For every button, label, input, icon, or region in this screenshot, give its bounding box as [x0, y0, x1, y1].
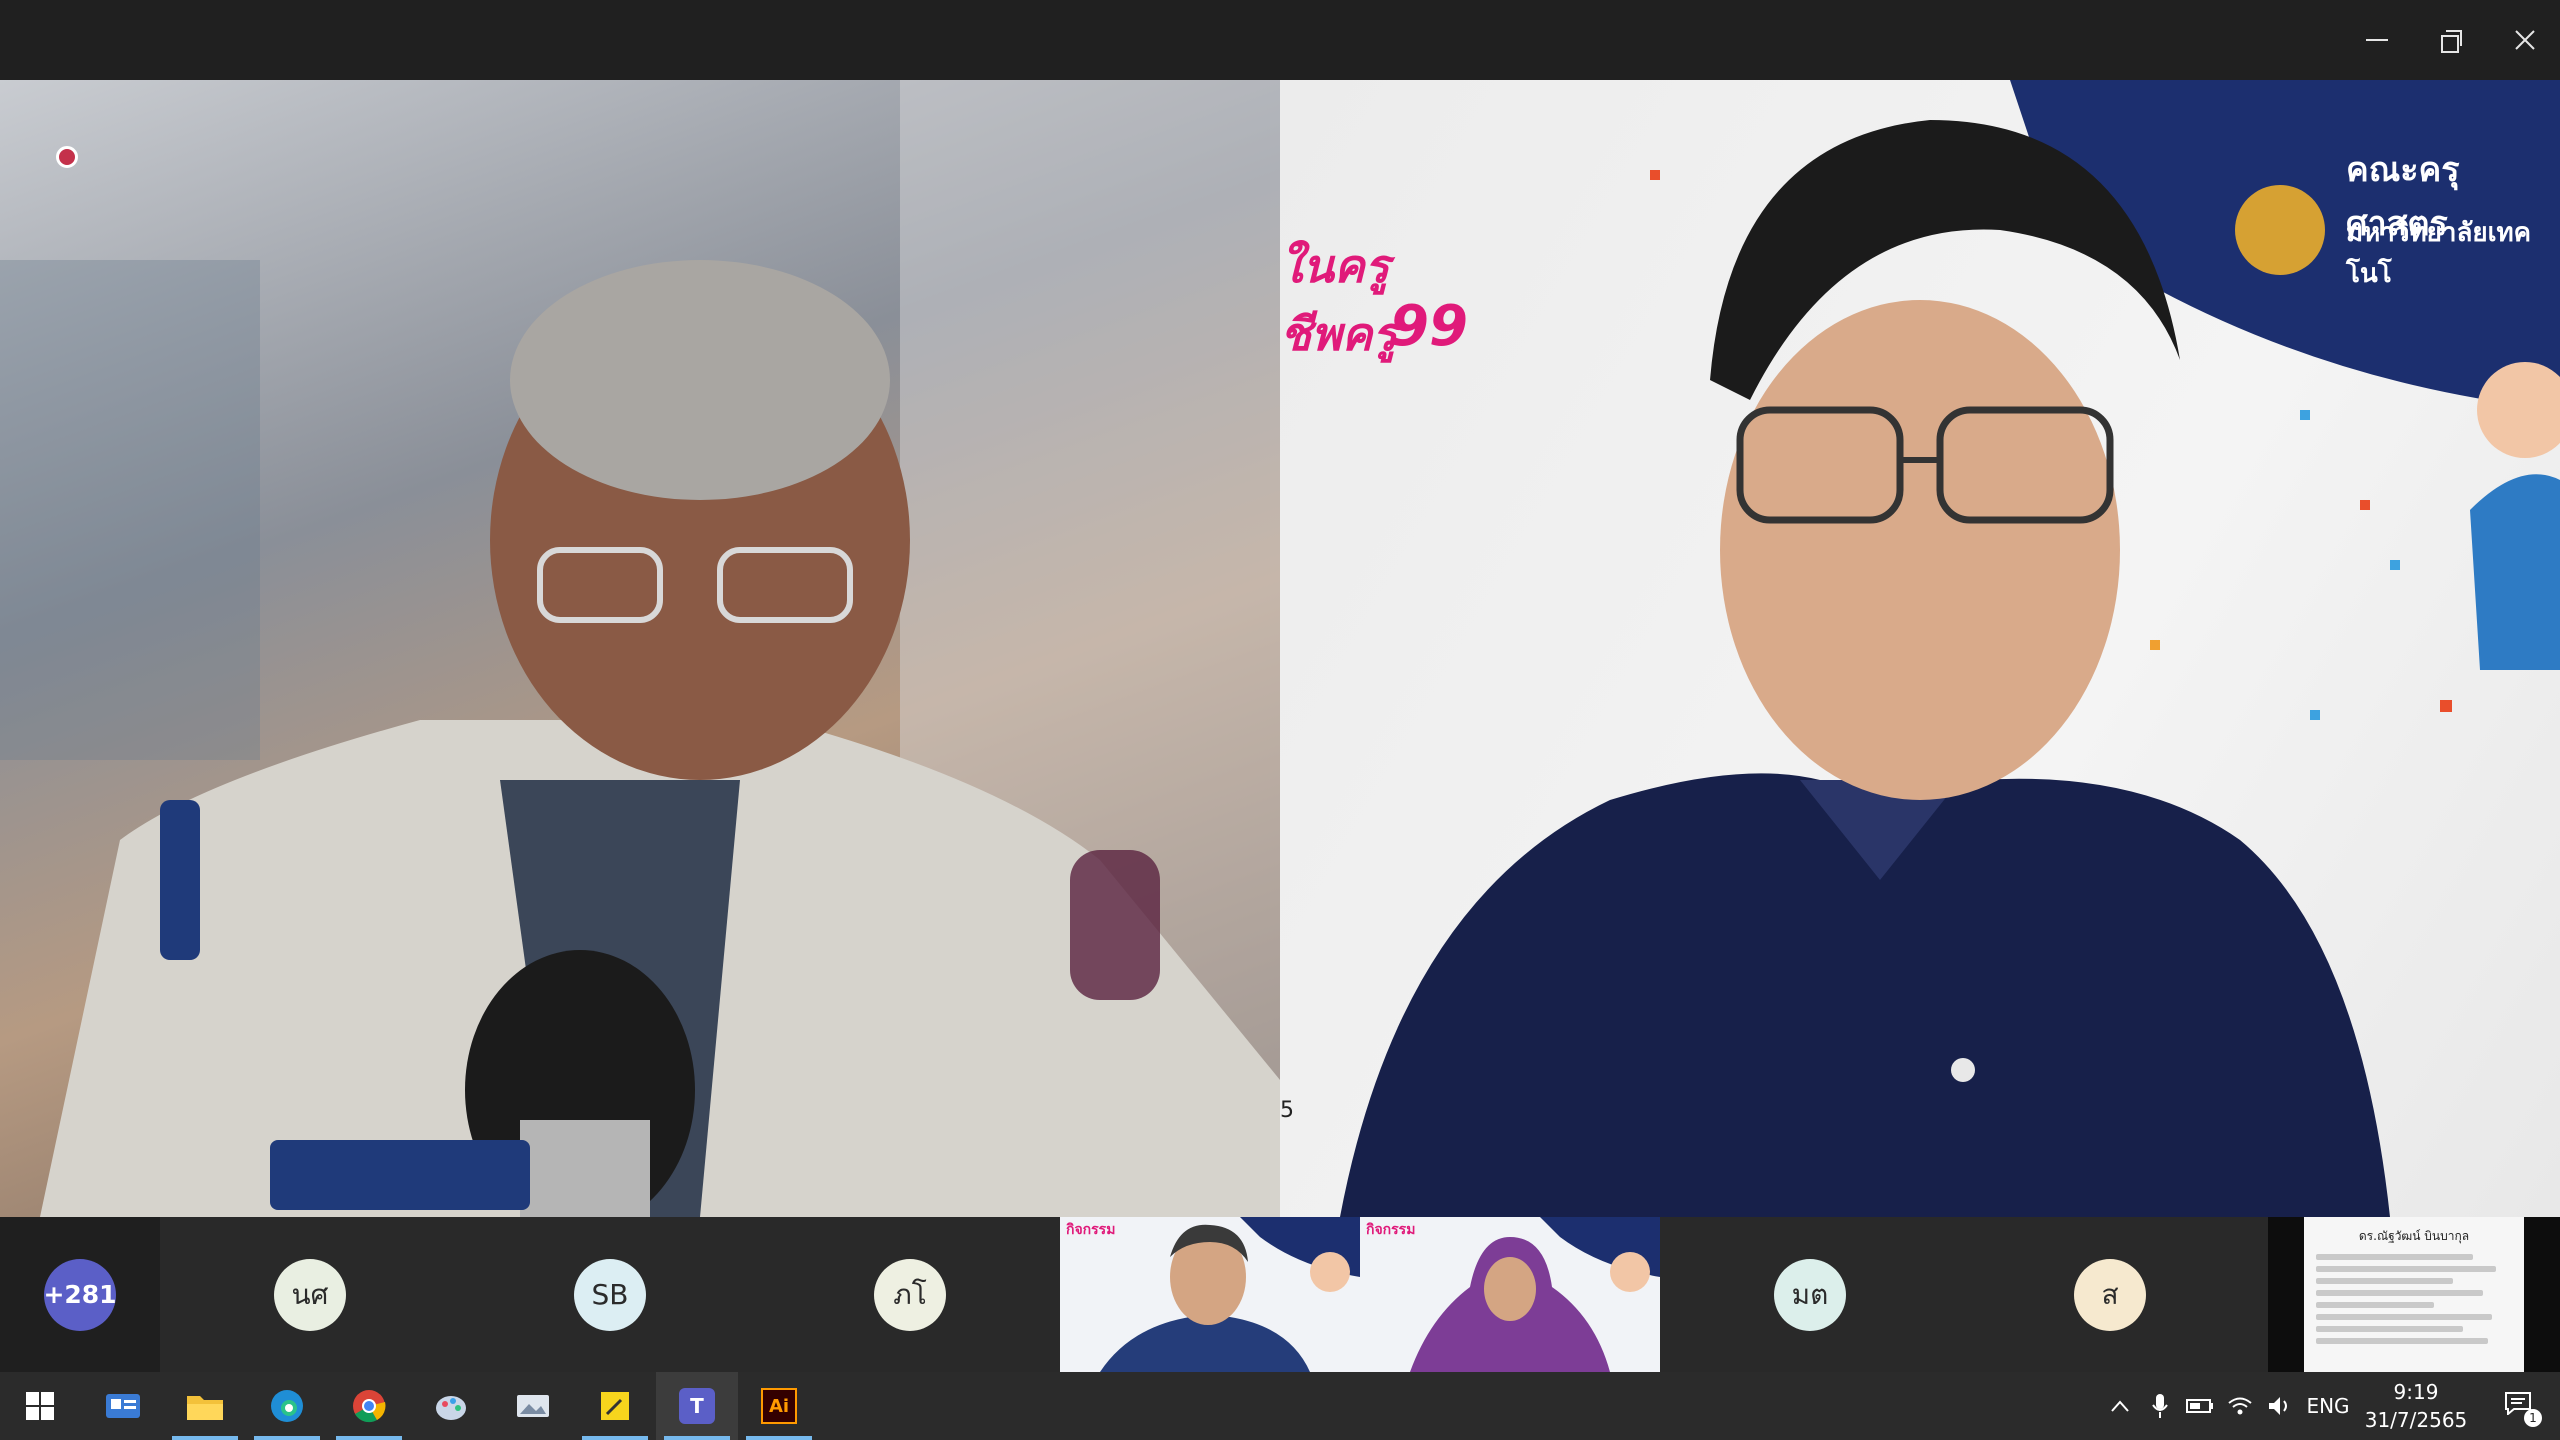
- minimize-button[interactable]: [2340, 0, 2414, 80]
- tray-network[interactable]: [2220, 1372, 2260, 1440]
- title-bar: [0, 0, 2560, 80]
- teams-icon-label: T: [690, 1394, 704, 1418]
- wifi-icon: [2228, 1397, 2252, 1415]
- teams-icon: T: [679, 1388, 715, 1424]
- tray-volume[interactable]: [2260, 1372, 2300, 1440]
- taskbar-edge[interactable]: [246, 1372, 328, 1440]
- close-button[interactable]: [2488, 0, 2560, 80]
- banner-org-line2: มหาวิทยาลัยเทคโนโ: [2346, 218, 2532, 289]
- news-icon: [106, 1394, 140, 1418]
- participant-video-caption: กิจกรรม: [1366, 1222, 1416, 1238]
- shared-screen-thumb[interactable]: ดร.ณัฐวัฒน์ บินบากุล: [2268, 1217, 2560, 1372]
- participant-avatar: มต: [1774, 1258, 1846, 1331]
- participant-video-caption: กิจกรรม: [1066, 1222, 1116, 1238]
- more-participants-button[interactable]: +281: [0, 1217, 160, 1372]
- tray-battery[interactable]: [2180, 1372, 2220, 1440]
- taskbar: T Ai ENG 9:19 31/7/2565 1: [0, 1372, 2560, 1440]
- participant-tile[interactable]: มต: [1660, 1217, 1960, 1372]
- participant-avatar: นศ: [274, 1258, 346, 1331]
- file-explorer-icon: [187, 1396, 223, 1420]
- microphone-icon: [2152, 1394, 2168, 1418]
- edge-icon: [271, 1390, 303, 1422]
- taskbar-sticky-notes[interactable]: [574, 1372, 656, 1440]
- taskbar-teams[interactable]: T: [656, 1372, 738, 1440]
- participant-video-thumb[interactable]: กิจกรรม: [1060, 1217, 1360, 1372]
- notification-count: 1: [2524, 1409, 2542, 1427]
- taskbar-chrome[interactable]: [328, 1372, 410, 1440]
- participant-avatar: ภโ: [874, 1258, 946, 1331]
- clock-time: 9:19: [2393, 1380, 2439, 1404]
- video-stage: คณะครุศาสตร มหาวิทยาลัยเทคโนโ ในครู ชีพค…: [0, 80, 2560, 1217]
- minimize-icon: [2366, 39, 2388, 41]
- participant-strip: +281 นศ SB ภโ กิจกรรม กิจกรรม มต ส ดร.ณั…: [0, 1217, 2560, 1372]
- participant-tile[interactable]: ส: [1960, 1217, 2260, 1372]
- start-button[interactable]: [0, 1372, 80, 1440]
- restore-icon: [2441, 30, 2462, 53]
- taskbar-illustrator[interactable]: Ai: [738, 1372, 820, 1440]
- participant-avatar: ส: [2074, 1258, 2146, 1331]
- participant-video-thumb[interactable]: กิจกรรม: [1360, 1217, 1660, 1372]
- chrome-icon: [353, 1390, 386, 1423]
- clock-date: 31/7/2565: [2364, 1408, 2468, 1432]
- tray-language[interactable]: ENG: [2300, 1372, 2356, 1440]
- photos-icon: [517, 1395, 549, 1417]
- show-hidden-icons-button[interactable]: [2100, 1372, 2140, 1440]
- taskbar-file-explorer[interactable]: [164, 1372, 246, 1440]
- illustrator-icon-label: Ai: [768, 1395, 790, 1417]
- banner-quote-mark: 99: [1390, 294, 1468, 359]
- notification-center-button[interactable]: 1: [2480, 1372, 2560, 1440]
- shared-document-title: ดร.ณัฐวัฒน์ บินบากุล: [2358, 1229, 2470, 1243]
- more-participants-count: +281: [43, 1258, 117, 1331]
- taskbar-news[interactable]: [82, 1372, 164, 1440]
- speaker-video-left[interactable]: [0, 80, 1280, 1217]
- paint-icon: [436, 1396, 466, 1420]
- chevron-up-icon: [2111, 1400, 2129, 1412]
- windows-start-icon: [26, 1392, 54, 1420]
- participant-tile[interactable]: ภโ: [760, 1217, 1060, 1372]
- taskbar-photos[interactable]: [492, 1372, 574, 1440]
- banner-slogan-line1: ในครู: [1280, 239, 1390, 293]
- close-icon: [2515, 30, 2535, 50]
- battery-icon: [2186, 1399, 2213, 1413]
- restore-button[interactable]: [2414, 0, 2488, 80]
- illustrator-icon: Ai: [761, 1388, 797, 1424]
- banner-slogan-line2: ชีพครู: [1280, 307, 1398, 361]
- recording-indicator-icon: [56, 146, 78, 168]
- speaker-left-figure: [0, 80, 1280, 1217]
- notification-icon: 1: [2504, 1391, 2542, 1427]
- taskbar-paint[interactable]: [410, 1372, 492, 1440]
- tray-microphone[interactable]: [2140, 1372, 2180, 1440]
- participant-tile[interactable]: นศ: [160, 1217, 460, 1372]
- tray-clock[interactable]: 9:19 31/7/2565: [2356, 1372, 2476, 1440]
- participant-avatar: SB: [574, 1258, 646, 1331]
- banner-side-digit: 5: [1280, 1098, 1294, 1123]
- shared-document: ดร.ณัฐวัฒน์ บินบากุล: [2304, 1217, 2524, 1372]
- participant-tile[interactable]: SB: [460, 1217, 760, 1372]
- volume-icon: [2269, 1397, 2287, 1415]
- sticky-notes-icon: [601, 1392, 629, 1420]
- speaker-video-right[interactable]: คณะครุศาสตร มหาวิทยาลัยเทคโนโ ในครู ชีพค…: [1280, 80, 2560, 1217]
